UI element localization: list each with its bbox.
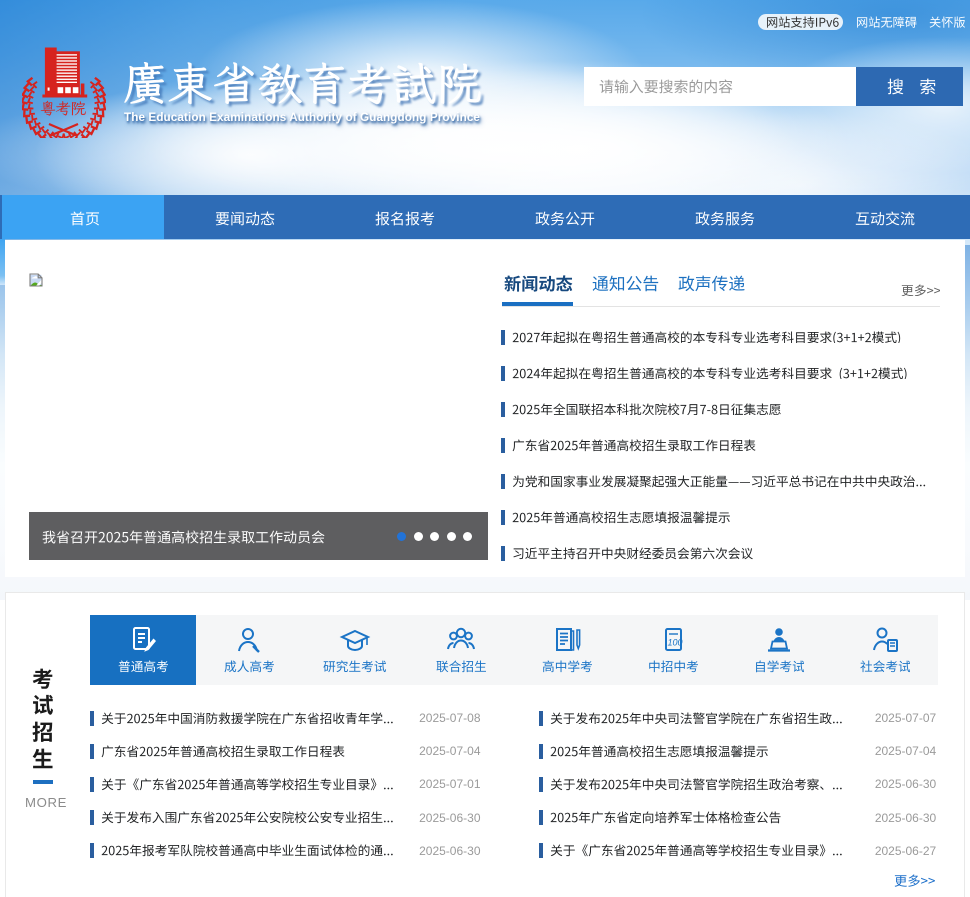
svg-text:100: 100 xyxy=(668,638,683,648)
